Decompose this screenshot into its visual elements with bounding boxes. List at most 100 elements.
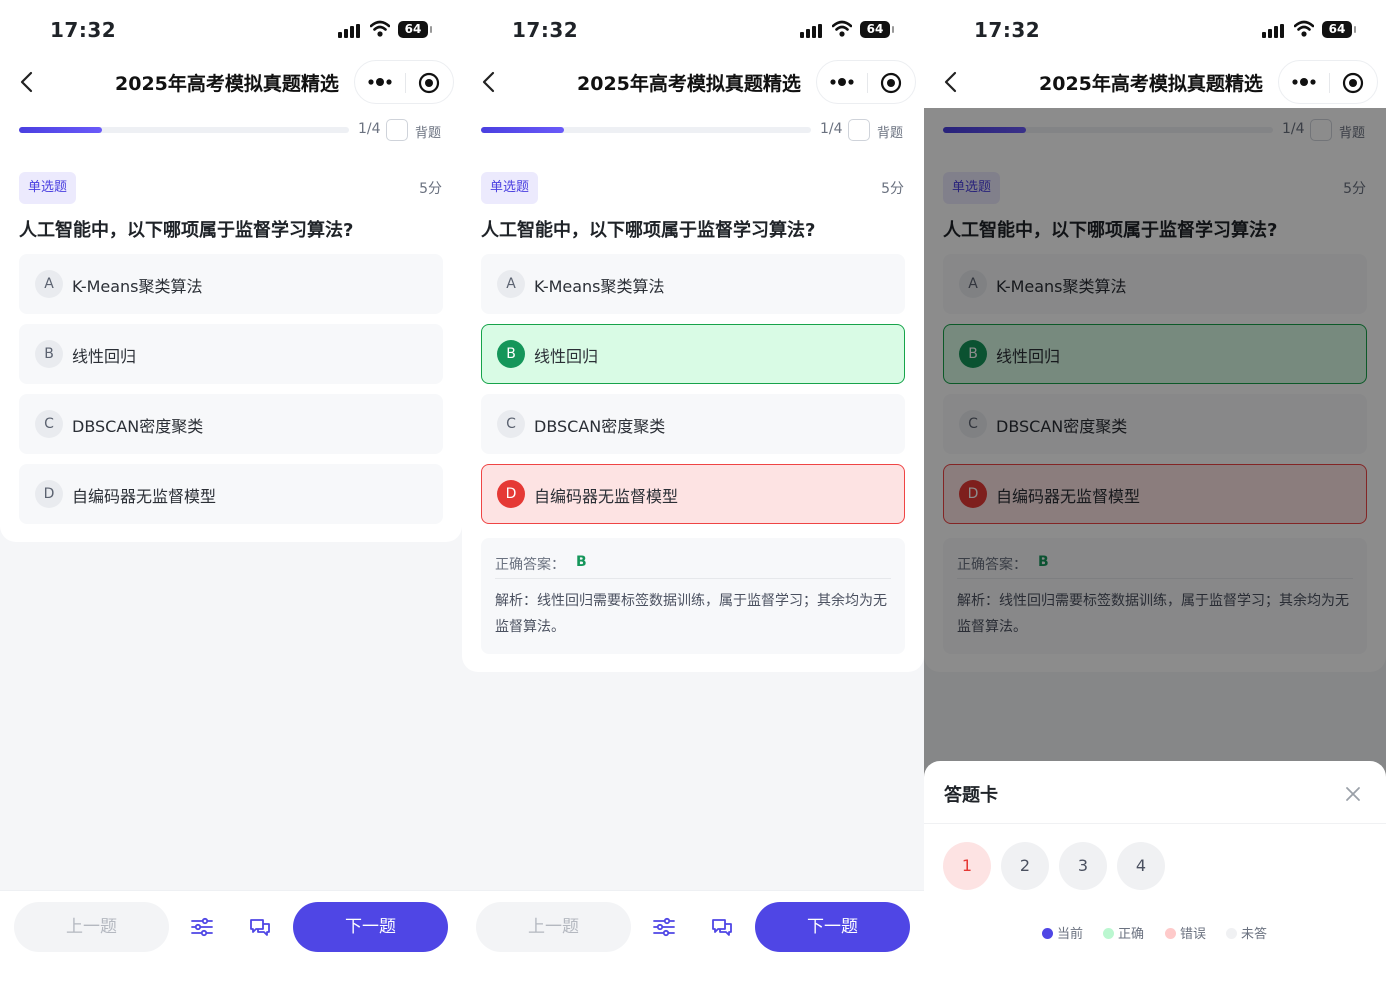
comment-icon[interactable] (710, 915, 734, 939)
option-c[interactable]: C DBSCAN密度聚类 (19, 394, 443, 454)
cellular-signal-icon (800, 24, 824, 38)
question-type-tag: 单选题 (19, 172, 77, 204)
progress-bar (481, 127, 811, 133)
progress-bar-fill (19, 127, 102, 133)
status-bar: 17:32 64 (462, 0, 924, 56)
page-title: 2025年高考模拟真题精选 (1039, 73, 1263, 95)
status-bar: 17:32 64 (924, 0, 1386, 56)
battery-icon: 64 (860, 21, 894, 38)
question-text: 人工智能中，以下哪项属于监督学习算法? (481, 220, 816, 241)
option-b[interactable]: B 线性回归 (19, 324, 443, 384)
close-target-icon[interactable] (418, 72, 440, 94)
prev-question-button[interactable]: 上一题 (476, 902, 631, 952)
more-icon[interactable] (829, 75, 855, 89)
mini-program-capsule (1278, 60, 1378, 104)
comment-icon[interactable] (248, 915, 272, 939)
option-letter: B (35, 340, 63, 368)
option-text: 自编码器无监督模型 (72, 487, 217, 506)
answer-sheet-panel: 答题卡 1 2 3 4 当前 正确 错误 未答 (924, 761, 1386, 1000)
option-letter: C (497, 410, 525, 438)
cellular-signal-icon (338, 24, 362, 38)
settings-sliders-icon[interactable] (190, 915, 214, 939)
screen-answer-sheet: 17:32 64 2025年高考模拟真题精选 1/4 背题 单选题 5分 人工智… (924, 0, 1386, 1000)
wifi-icon (1294, 20, 1314, 37)
legend-label: 当前 (1057, 927, 1084, 942)
progress-bar (19, 127, 349, 133)
answer-explanation-box: 正确答案： B 解析：线性回归需要标签数据训练，属于监督学习；其余均为无监督算法… (481, 538, 905, 654)
option-a[interactable]: A K-Means聚类算法 (19, 254, 443, 314)
close-target-icon[interactable] (880, 72, 902, 94)
option-text: K-Means聚类算法 (72, 277, 203, 296)
close-icon[interactable] (1344, 785, 1362, 803)
prev-question-button[interactable]: 上一题 (14, 902, 169, 952)
status-bar: 17:32 64 (0, 0, 462, 56)
option-text: 自编码器无监督模型 (534, 487, 679, 506)
more-icon[interactable] (1291, 75, 1317, 89)
legend-dot (1165, 928, 1176, 939)
question-number-4[interactable]: 4 (1117, 842, 1165, 890)
nav-bar: 2025年高考模拟真题精选 (924, 56, 1386, 108)
divider (495, 578, 891, 579)
option-letter: B (497, 340, 525, 368)
cellular-signal-icon (1262, 24, 1286, 38)
screen-question: 17:32 64 2025年高考模拟真题精选 1/4 背题 单选题 5分 人工智… (0, 0, 462, 1000)
progress-section: 1/4 背题 (0, 108, 462, 152)
correct-answer-value: B (576, 554, 587, 570)
legend-label: 错误 (1180, 927, 1207, 942)
legend-dot (1226, 928, 1237, 939)
progress-section: 1/4 背题 (462, 108, 924, 152)
option-d-wrong[interactable]: D 自编码器无监督模型 (481, 464, 905, 524)
capsule-divider (1329, 73, 1330, 93)
legend-current: 当前 (1042, 923, 1083, 942)
nav-bar: 2025年高考模拟真题精选 (0, 56, 462, 108)
option-text: 线性回归 (72, 347, 137, 366)
option-letter: A (497, 270, 525, 298)
question-card: 单选题 5分 人工智能中，以下哪项属于监督学习算法? A K-Means聚类算法 … (0, 152, 462, 542)
memorize-label: 背题 (877, 126, 904, 141)
option-a[interactable]: A K-Means聚类算法 (481, 254, 905, 314)
back-icon[interactable] (18, 70, 38, 94)
legend-dot (1042, 928, 1053, 939)
question-score: 5分 (881, 181, 904, 197)
option-b-correct[interactable]: B 线性回归 (481, 324, 905, 384)
back-icon[interactable] (942, 70, 962, 94)
progress-count: 1/4 (820, 121, 843, 137)
status-time: 17:32 (974, 18, 1041, 42)
legend-unanswered: 未答 (1226, 923, 1267, 942)
option-c[interactable]: C DBSCAN密度聚类 (481, 394, 905, 454)
memorize-checkbox[interactable] (848, 119, 870, 141)
settings-sliders-icon[interactable] (652, 915, 676, 939)
answer-sheet-title: 答题卡 (944, 785, 998, 806)
question-score: 5分 (419, 181, 442, 197)
correct-answer-label: 正确答案： (495, 557, 565, 573)
back-icon[interactable] (480, 70, 500, 94)
progress-count: 1/4 (358, 121, 381, 137)
mini-program-capsule (816, 60, 916, 104)
question-type-tag: 单选题 (481, 172, 539, 204)
question-number-3[interactable]: 3 (1059, 842, 1107, 890)
page-title: 2025年高考模拟真题精选 (115, 73, 339, 95)
question-number-2[interactable]: 2 (1001, 842, 1049, 890)
legend-dot (1103, 928, 1114, 939)
status-time: 17:32 (512, 18, 579, 42)
option-letter: C (35, 410, 63, 438)
battery-icon: 64 (398, 21, 432, 38)
memorize-checkbox[interactable] (386, 119, 408, 141)
screen-answered: 17:32 64 2025年高考模拟真题精选 1/4 背题 单选题 5分 人工智… (462, 0, 924, 1000)
option-d[interactable]: D 自编码器无监督模型 (19, 464, 443, 524)
next-question-button[interactable]: 下一题 (293, 902, 448, 952)
capsule-divider (867, 73, 868, 93)
progress-bar-fill (481, 127, 564, 133)
status-time: 17:32 (50, 18, 117, 42)
mini-program-capsule (354, 60, 454, 104)
wifi-icon (832, 20, 852, 37)
question-number-1[interactable]: 1 (943, 842, 991, 890)
option-text: 线性回归 (534, 347, 599, 366)
more-icon[interactable] (367, 75, 393, 89)
capsule-divider (405, 73, 406, 93)
footer-bar: 上一题 下一题 (0, 890, 462, 1000)
legend-wrong: 错误 (1165, 923, 1206, 942)
close-target-icon[interactable] (1342, 72, 1364, 94)
next-question-button[interactable]: 下一题 (755, 902, 910, 952)
option-text: K-Means聚类算法 (534, 277, 665, 296)
